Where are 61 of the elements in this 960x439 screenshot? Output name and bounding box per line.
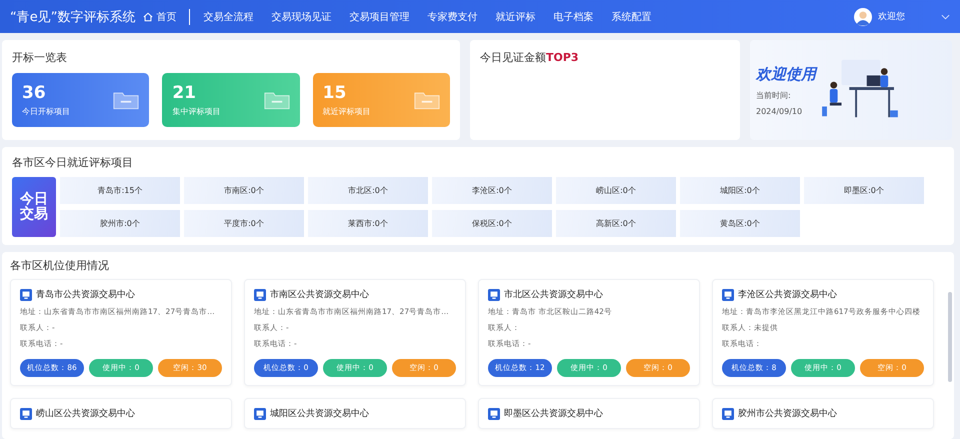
avatar-icon[interactable] (854, 8, 872, 26)
center-name: 即墨区公共资源交易中心 (504, 408, 603, 420)
folder-icon (414, 90, 440, 110)
panel-title: 开标一览表 (12, 50, 68, 65)
scrollbar[interactable] (948, 292, 952, 382)
stat-label: 集中评标项目 (172, 106, 220, 117)
district-chip[interactable]: 青岛市:15个 (60, 177, 180, 204)
center-name: 城阳区公共资源交易中心 (270, 408, 369, 420)
nav-link[interactable]: 系统配置 (602, 10, 660, 24)
monitor-icon (254, 288, 266, 300)
nav-link[interactable]: 首页 (143, 10, 186, 24)
district-chip[interactable]: 即墨区:0个 (804, 177, 924, 204)
panel-title: 各市区今日就近评标项目 (12, 155, 134, 170)
current-date: 2024/09/10 (756, 106, 804, 116)
center-name: 市北区公共资源交易中心 (504, 288, 603, 301)
center-name: 崂山区公共资源交易中心 (36, 408, 135, 420)
district-chip[interactable]: 莱西市:0个 (308, 210, 428, 236)
district-chip[interactable]: 城阳区:0个 (680, 177, 800, 204)
folder-icon (264, 90, 290, 110)
district-chip[interactable]: 高新区:0个 (556, 210, 676, 236)
app-title: “青e见”数字评标系统 (10, 8, 136, 26)
monitor-icon (722, 408, 734, 420)
district-chip[interactable]: 市南区:0个 (184, 177, 304, 204)
district-chip[interactable]: 市北区:0个 (308, 177, 428, 204)
nav-link[interactable]: 就近评标 (486, 10, 544, 24)
nav-link[interactable]: 交易现场见证 (262, 10, 340, 24)
nav-link[interactable]: 电子档案 (544, 10, 602, 24)
district-chip[interactable]: 崂山区:0个 (556, 177, 676, 204)
panel-title: 今日见证金额TOP3 (480, 50, 580, 65)
monitor-icon (254, 408, 266, 420)
panel-title: 各市区机位使用情况 (10, 258, 110, 273)
chevron-down-icon[interactable] (941, 14, 950, 20)
district-chip[interactable]: 平度市:0个 (184, 210, 304, 236)
district-chip[interactable]: 胶州市:0个 (60, 210, 180, 236)
district-chip[interactable]: 李沧区:0个 (432, 177, 552, 204)
center-name: 青岛市公共资源交易中心 (36, 288, 135, 301)
time-label: 当前时间: (756, 90, 792, 100)
district-chip[interactable]: 保税区:0个 (432, 210, 552, 236)
stat-value: 36 (22, 83, 47, 103)
stat-label: 今日开标项目 (22, 106, 70, 117)
welcome-title: 欢迎使用 (756, 64, 816, 84)
district-chip[interactable]: 黄岛区:0个 (680, 210, 800, 236)
user-greeting: 欢迎您 (878, 10, 905, 23)
center-name: 李沧区公共资源交易中心 (738, 288, 837, 301)
nav-link[interactable]: 专家费支付 (418, 10, 486, 24)
center-name: 市南区公共资源交易中心 (270, 288, 369, 301)
monitor-icon (488, 408, 500, 420)
monitor-icon (722, 288, 734, 300)
stat-value: 15 (322, 83, 348, 103)
home-icon (143, 12, 154, 22)
nav-link[interactable]: 交易全流程 (194, 10, 262, 24)
folder-icon (113, 90, 140, 110)
monitor-icon (20, 408, 32, 420)
center-name: 胶州市公共资源交易中心 (738, 408, 837, 420)
stat-tile[interactable]: 36 今日开标项目 (12, 73, 150, 127)
monitor-icon (20, 288, 32, 300)
stat-value: 21 (172, 83, 197, 103)
today-trade-badge: 今日 交易 (12, 177, 56, 237)
monitor-icon (488, 288, 500, 300)
stat-label: 就近评标项目 (322, 106, 371, 117)
nav-link[interactable]: 交易项目管理 (340, 10, 418, 24)
